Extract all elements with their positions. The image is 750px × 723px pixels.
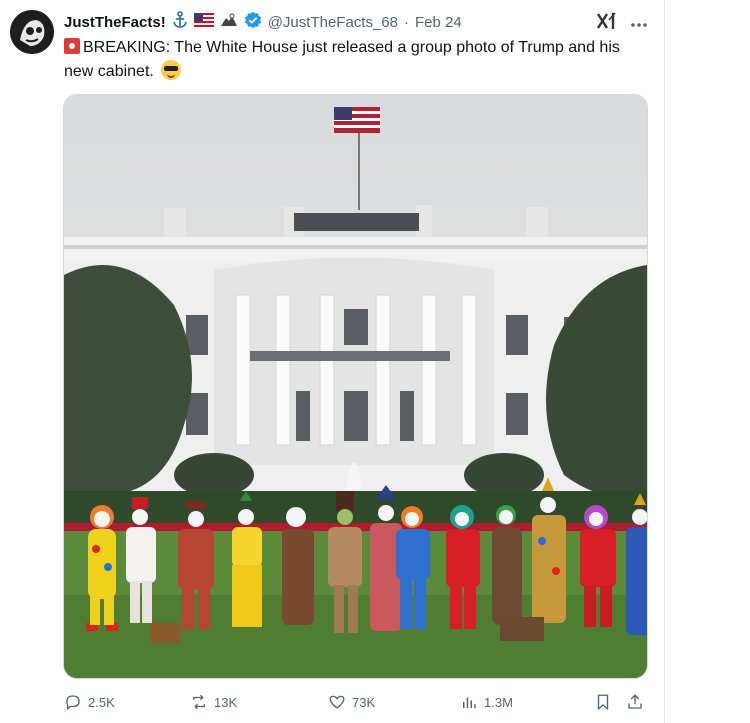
post-header-actions bbox=[596, 11, 648, 36]
heart-icon bbox=[329, 695, 345, 709]
share-button[interactable] bbox=[626, 690, 644, 714]
like-button[interactable]: 73K bbox=[328, 690, 375, 714]
bookmark-button[interactable] bbox=[594, 690, 612, 714]
reply-count: 2.5K bbox=[88, 694, 115, 710]
post-text: BREAKING: The White House just released … bbox=[64, 36, 644, 84]
post-photo[interactable] bbox=[63, 94, 648, 679]
us-flag-icon bbox=[193, 13, 214, 31]
eagle-icon bbox=[220, 12, 238, 32]
anchor-icon bbox=[172, 11, 188, 33]
reply-icon bbox=[66, 695, 80, 711]
photo-image bbox=[64, 95, 647, 678]
verified-badge-icon[interactable] bbox=[244, 11, 262, 33]
grok-icon[interactable] bbox=[596, 11, 618, 36]
views-count: 1.3M bbox=[484, 694, 513, 710]
post-text-body: BREAKING: The White House just released … bbox=[64, 39, 620, 80]
timeline-divider bbox=[664, 0, 665, 723]
avatar[interactable] bbox=[10, 10, 54, 54]
like-count: 73K bbox=[352, 694, 376, 710]
display-name[interactable]: JustTheFacts! bbox=[64, 14, 166, 31]
more-icon[interactable] bbox=[630, 15, 648, 33]
share-icon bbox=[628, 694, 642, 709]
sunglasses-emoji-icon bbox=[161, 60, 182, 80]
separator: · bbox=[404, 13, 409, 31]
handle[interactable]: @JustTheFacts_68 bbox=[268, 14, 398, 31]
post-date[interactable]: Feb 24 bbox=[415, 14, 462, 31]
views-button[interactable]: 1.3M bbox=[460, 690, 513, 714]
views-icon bbox=[463, 697, 476, 708]
avatar-image bbox=[10, 10, 54, 54]
repost-icon bbox=[193, 694, 205, 710]
siren-icon bbox=[64, 38, 80, 54]
repost-button[interactable]: 13K bbox=[190, 690, 237, 714]
repost-count: 13K bbox=[214, 694, 238, 710]
bookmark-icon bbox=[597, 694, 609, 711]
action-bar: 2.5K 13K 73K 1.3M bbox=[64, 690, 644, 714]
post-header: JustTheFacts! @JustTheFacts_68 · Feb 24 bbox=[64, 11, 462, 33]
reply-button[interactable]: 2.5K bbox=[64, 690, 115, 714]
